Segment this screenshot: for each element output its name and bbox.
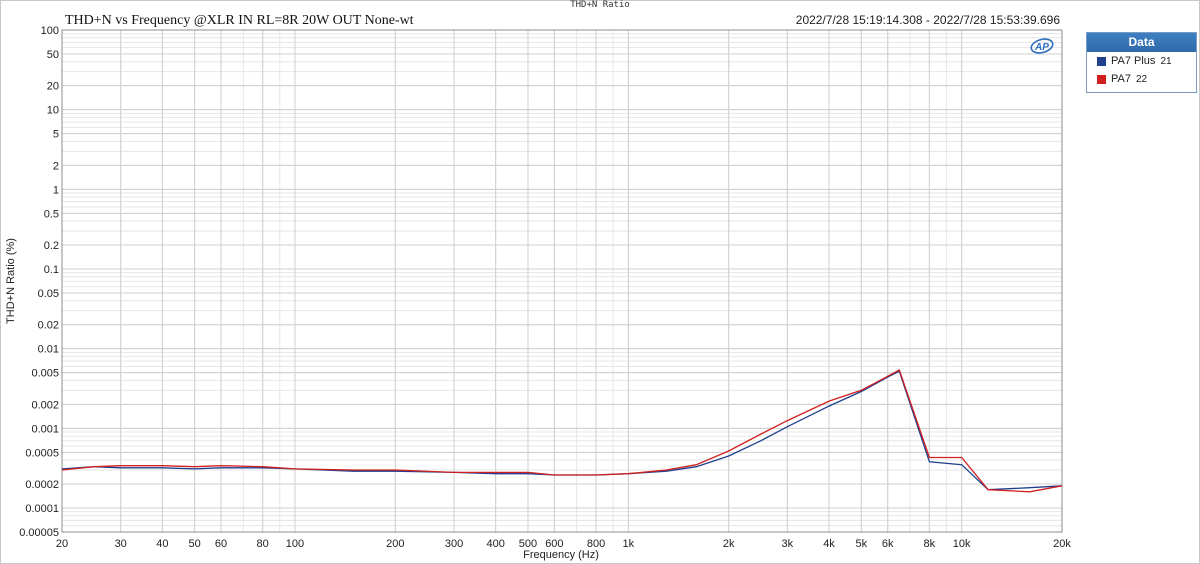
legend-title: Data xyxy=(1087,33,1196,52)
x-tick-label: 400 xyxy=(486,538,504,550)
x-tick-label: 3k xyxy=(782,538,794,550)
y-tick-label: 0.01 xyxy=(38,344,59,356)
y-tick-label: 0.0002 xyxy=(25,479,59,491)
y-axis-label: THD+N Ratio (%) xyxy=(5,238,17,324)
chart-canvas: 100 50 20 10 5 2 1 0.5 0.2 0.1 0.05 0.02 0.01 0.005 0.… xyxy=(5,13,1071,561)
x-tick-label: 2k xyxy=(723,538,735,550)
y-tick-label: 0.001 xyxy=(31,423,59,435)
x-tick-label: 200 xyxy=(386,538,404,550)
y-tick-label: 100 xyxy=(41,25,59,37)
y-tick-label: 0.5 xyxy=(44,208,59,220)
x-tick-label: 8k xyxy=(924,538,936,550)
legend-label: PA7 Plus xyxy=(1111,55,1156,67)
legend-index: 21 xyxy=(1160,55,1172,67)
chart-title: THD+N vs Frequency @XLR IN RL=8R 20W OUT… xyxy=(65,13,414,28)
legend-swatch xyxy=(1097,74,1106,84)
y-tick-label: 20 xyxy=(47,81,59,93)
y-tick-label: 0.02 xyxy=(38,320,59,332)
legend: Data PA7 Plus 21 PA7 22 xyxy=(1086,32,1197,93)
grid xyxy=(61,29,1063,533)
x-tick-label: 60 xyxy=(215,538,227,550)
series-line xyxy=(61,370,1063,491)
ap-logo-icon: AP xyxy=(1030,38,1054,54)
y-tick-label: 0.0001 xyxy=(25,503,59,515)
svg-text:AP: AP xyxy=(1034,42,1049,53)
x-tick-label: 300 xyxy=(445,538,463,550)
y-tick-labels: 100 50 20 10 5 2 1 0.5 0.2 0.1 0.05 0.02 0.01 0.005 0.… xyxy=(19,25,59,539)
x-tick-label: 80 xyxy=(257,538,269,550)
y-tick-label: 0.005 xyxy=(31,368,59,380)
y-tick-label: 50 xyxy=(47,49,59,61)
x-tick-label: 40 xyxy=(156,538,168,550)
x-tick-label: 30 xyxy=(115,538,127,550)
y-tick-label: 2 xyxy=(53,160,59,172)
series xyxy=(61,369,1063,493)
y-tick-label: 10 xyxy=(47,105,59,117)
legend-index: 22 xyxy=(1135,73,1148,85)
x-tick-label: 20k xyxy=(1053,538,1071,550)
y-tick-label: 0.0005 xyxy=(25,447,59,459)
legend-label: PA7 xyxy=(1111,73,1131,85)
x-tick-label: 4k xyxy=(823,538,835,550)
x-axis-label: Frequency (Hz) xyxy=(523,549,599,561)
y-tick-label: 1 xyxy=(53,184,59,196)
y-tick-label: 0.002 xyxy=(31,399,59,411)
legend-swatch xyxy=(1097,56,1106,66)
legend-item-pa7-plus[interactable]: PA7 Plus 21 xyxy=(1097,52,1196,70)
x-tick-label: 50 xyxy=(189,538,201,550)
x-tick-label: 1k xyxy=(623,538,635,550)
x-tick-label: 20 xyxy=(56,538,68,550)
y-tick-label: 0.1 xyxy=(44,264,59,276)
x-tick-label: 6k xyxy=(882,538,894,550)
legend-item-pa7[interactable]: PA7 22 xyxy=(1097,70,1196,88)
timestamp: 2022/7/28 15:19:14.308 - 2022/7/28 15:53… xyxy=(796,13,1061,27)
x-tick-label: 5k xyxy=(856,538,868,550)
y-tick-label: 0.05 xyxy=(38,288,59,300)
y-tick-label: 0.2 xyxy=(44,240,59,252)
x-tick-label: 10k xyxy=(953,538,971,550)
y-tick-label: 5 xyxy=(53,129,59,141)
y-tick-label: 0.00005 xyxy=(19,527,59,539)
series-line xyxy=(61,369,1063,493)
x-tick-label: 100 xyxy=(286,538,304,550)
